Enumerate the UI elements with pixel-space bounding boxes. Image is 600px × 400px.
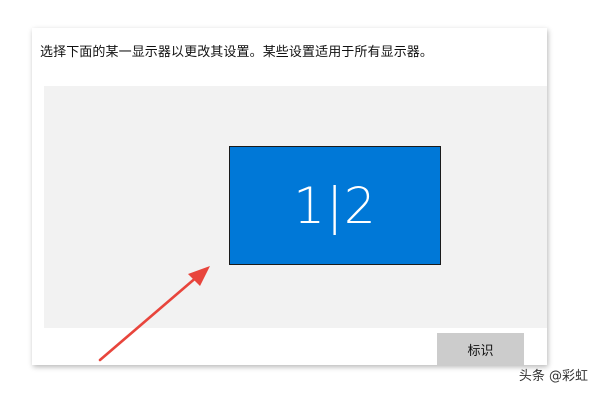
watermark-text: 头条 @彩虹 <box>518 369 588 384</box>
identify-button[interactable]: 标识 <box>437 333 524 365</box>
monitor-number-label: 1|2 <box>293 176 377 235</box>
screenshot-stage: 选择下面的某一显示器以更改其设置。某些设置适用于所有显示器。 1|2 标识 头条… <box>0 0 600 400</box>
instruction-text: 选择下面的某一显示器以更改其设置。某些设置适用于所有显示器。 <box>40 45 434 60</box>
monitor-tile-1-2[interactable]: 1|2 <box>229 146 441 265</box>
